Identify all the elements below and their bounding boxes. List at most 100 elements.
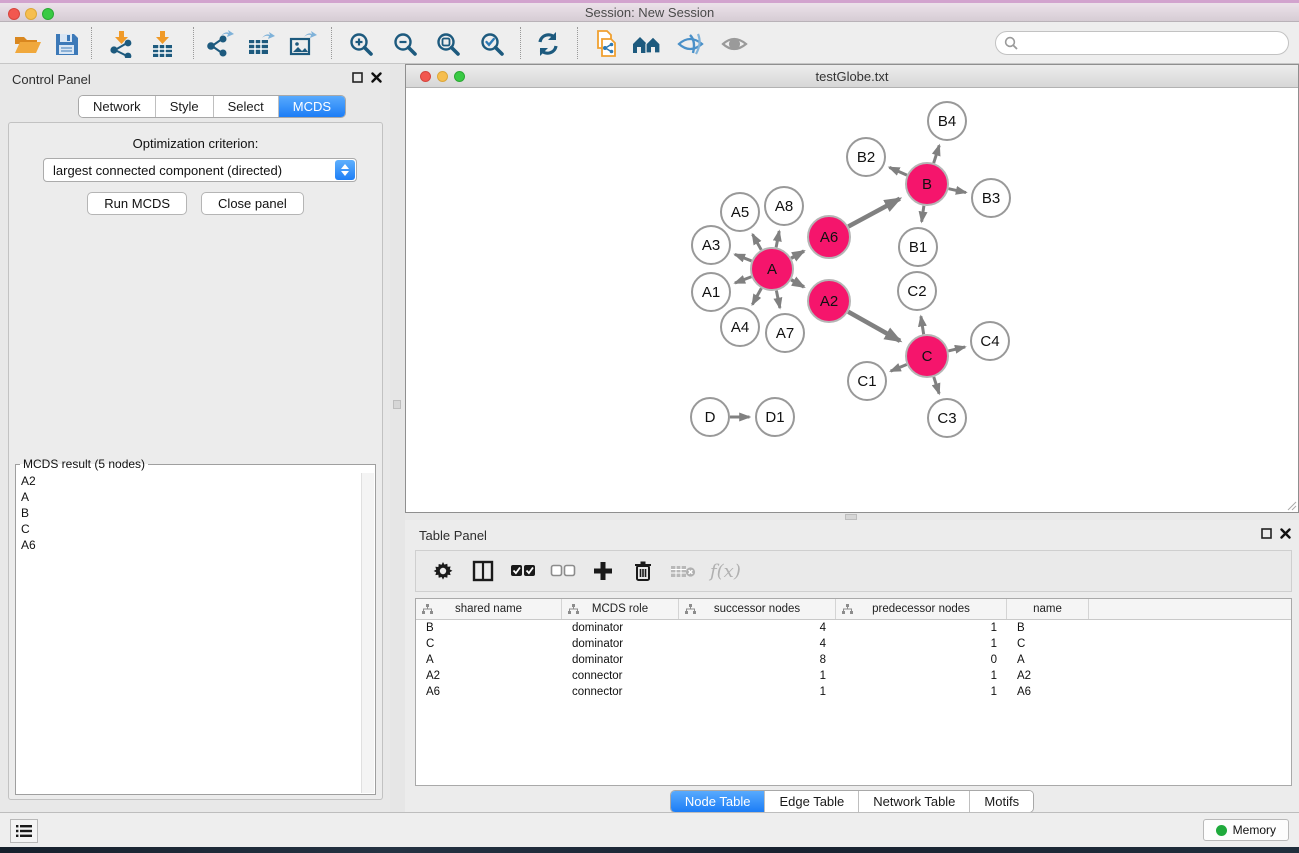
edge-A-A2[interactable] [791,280,804,287]
table-row[interactable]: Adominator80A [416,652,1291,668]
deselect-all-icon[interactable] [550,558,576,584]
result-item[interactable]: A [17,489,361,505]
edge-B-B1[interactable] [922,206,924,222]
cell-MCDS-role[interactable]: dominator [562,638,679,650]
tab-motifs[interactable]: Motifs [970,791,1033,812]
refresh-icon[interactable] [531,30,565,58]
result-item[interactable]: A6 [17,537,361,553]
cell-MCDS-role[interactable]: dominator [562,654,679,666]
cell-predecessor-nodes[interactable]: 1 [836,670,1007,682]
tab-mcds[interactable]: MCDS [279,96,345,117]
zoom-selected-icon[interactable] [475,30,509,58]
tab-select[interactable]: Select [214,96,279,117]
search-input[interactable] [1023,36,1288,51]
show-all-icon[interactable] [718,30,752,58]
edge-C-C2[interactable] [921,316,924,334]
import-table-icon[interactable] [146,30,180,58]
task-history-button[interactable] [10,819,38,843]
open-session-icon[interactable] [11,30,45,58]
cell-successor-nodes[interactable]: 1 [679,670,836,682]
zoom-in-icon[interactable] [344,30,378,58]
resize-grip-icon[interactable] [1285,499,1297,511]
cell-name[interactable]: B [1007,622,1089,634]
memory-button[interactable]: Memory [1203,819,1289,841]
cell-name[interactable]: A2 [1007,670,1089,682]
cell-name[interactable]: A [1007,654,1089,666]
edge-C-C4[interactable] [948,347,965,351]
edge-B-B4[interactable] [934,145,940,163]
import-network-icon[interactable] [104,30,138,58]
criterion-select[interactable]: largest connected component (directed) [43,158,357,182]
column-header-predecessor-nodes[interactable]: predecessor nodes [836,599,1007,619]
cell-MCDS-role[interactable]: dominator [562,622,679,634]
cell-MCDS-role[interactable]: connector [562,686,679,698]
clone-network-icon[interactable] [589,30,623,58]
column-header-shared-name[interactable]: shared name [416,599,562,619]
cell-MCDS-role[interactable]: connector [562,670,679,682]
edge-B-B3[interactable] [948,189,965,193]
float-table-panel-icon[interactable] [1261,528,1272,539]
delete-table-icon[interactable] [670,558,696,584]
cell-shared-name[interactable]: B [416,622,562,634]
tab-style[interactable]: Style [156,96,214,117]
column-header-name[interactable]: name [1007,599,1089,619]
close-panel-icon[interactable] [371,72,382,83]
cell-successor-nodes[interactable]: 1 [679,686,836,698]
cell-shared-name[interactable]: C [416,638,562,650]
settings-gear-icon[interactable] [430,558,456,584]
splitter-grip[interactable] [393,400,401,409]
table-row[interactable]: Bdominator41B [416,620,1291,636]
edge-A-A5[interactable] [753,234,762,249]
cell-successor-nodes[interactable]: 4 [679,638,836,650]
table-row[interactable]: Cdominator41C [416,636,1291,652]
edge-C-C3[interactable] [934,377,939,394]
column-view-icon[interactable] [470,558,496,584]
cell-shared-name[interactable]: A6 [416,686,562,698]
cell-name[interactable]: C [1007,638,1089,650]
result-scrollbar[interactable] [361,473,374,793]
table-row[interactable]: A2connector11A2 [416,668,1291,684]
column-header-successor-nodes[interactable]: successor nodes [679,599,836,619]
add-column-icon[interactable] [590,558,616,584]
search-field[interactable] [995,31,1289,55]
close-panel-button[interactable]: Close panel [201,192,304,215]
column-header-MCDS-role[interactable]: MCDS role [562,599,679,619]
export-table-icon[interactable] [244,30,278,58]
network-graph-canvas[interactable]: B4B2BB3A5A8A6B1A3AA1C2A2A4A7C4CC1C3DD1 [406,88,1298,512]
close-table-panel-icon[interactable] [1280,528,1291,539]
edge-A-A8[interactable] [776,231,779,247]
run-mcds-button[interactable]: Run MCDS [87,192,187,215]
edge-A-A7[interactable] [776,291,780,308]
cell-predecessor-nodes[interactable]: 1 [836,638,1007,650]
zoom-out-icon[interactable] [388,30,422,58]
select-all-icon[interactable] [510,558,536,584]
cell-name[interactable]: A6 [1007,686,1089,698]
first-neighbors-icon[interactable] [631,30,665,58]
hide-selected-icon[interactable] [674,30,708,58]
cell-successor-nodes[interactable]: 8 [679,654,836,666]
edge-B-B2[interactable] [889,167,906,175]
result-item[interactable]: B [17,505,361,521]
export-network-icon[interactable] [202,30,236,58]
tab-edge-table[interactable]: Edge Table [765,791,859,812]
table-row[interactable]: A6connector11A6 [416,684,1291,700]
edge-A-A1[interactable] [735,277,751,283]
edge-A2-C[interactable] [848,312,900,341]
cell-shared-name[interactable]: A [416,654,562,666]
result-item[interactable]: C [17,521,361,537]
cell-successor-nodes[interactable]: 4 [679,622,836,634]
cell-predecessor-nodes[interactable]: 1 [836,622,1007,634]
tab-network[interactable]: Network [79,96,156,117]
edge-A-A6[interactable] [791,251,804,258]
edge-C-C1[interactable] [891,364,907,371]
function-builder-icon[interactable]: f(x) [710,558,741,584]
edge-A-A4[interactable] [752,288,761,304]
result-item[interactable]: A2 [17,473,361,489]
float-panel-icon[interactable] [352,72,363,83]
edge-A-A3[interactable] [735,254,752,261]
tab-network-table[interactable]: Network Table [859,791,970,812]
export-image-icon[interactable] [286,30,320,58]
zoom-fit-icon[interactable] [431,30,465,58]
cell-shared-name[interactable]: A2 [416,670,562,682]
edge-A6-B[interactable] [848,199,899,227]
